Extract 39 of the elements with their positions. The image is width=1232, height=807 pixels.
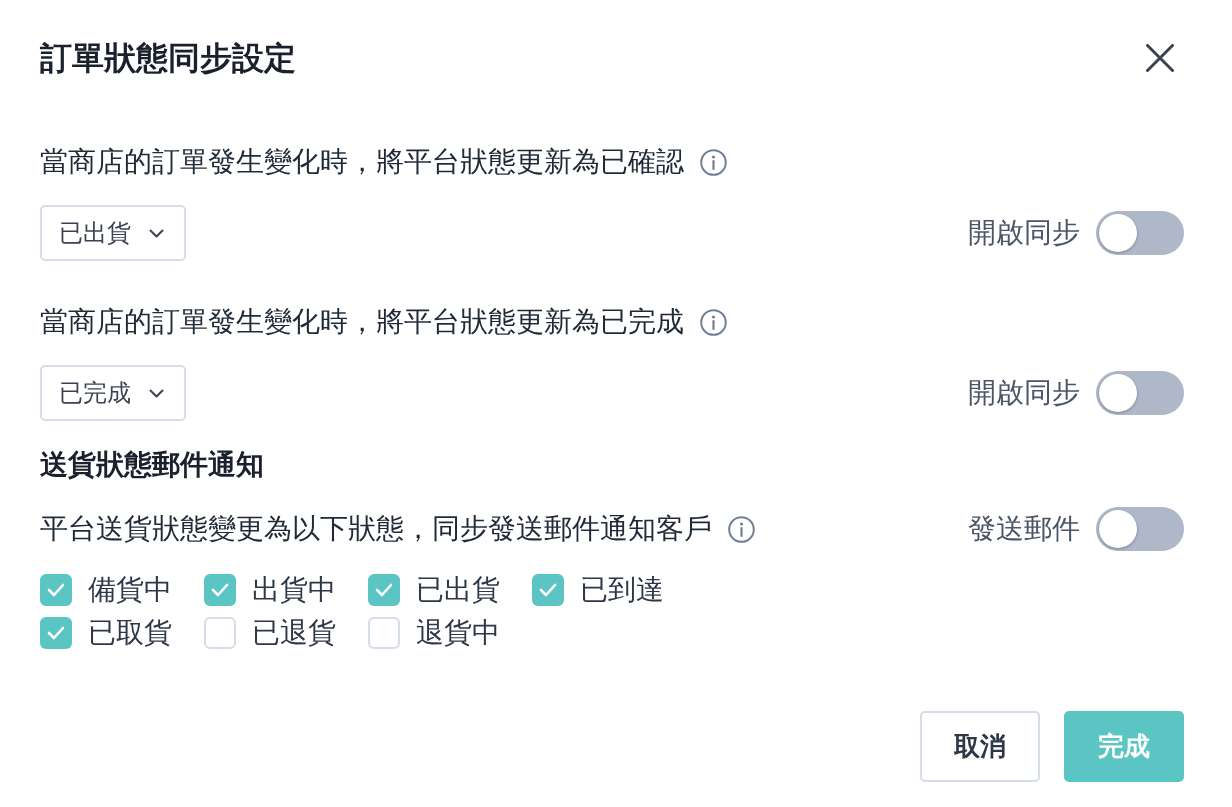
section-heading: 送貨狀態郵件通知 (40, 448, 264, 482)
checkbox[interactable] (204, 574, 236, 606)
chevron-down-icon (149, 228, 164, 238)
dialog-title: 訂單狀態同步設定 (40, 39, 296, 78)
status-dropdown[interactable]: 已出貨 (40, 205, 186, 261)
status-dropdown[interactable]: 已完成 (40, 365, 186, 421)
checkbox-label: 出貨中 (252, 573, 336, 607)
setting-label: 平台送貨狀態變更為以下狀態，同步發送郵件通知客戶 (40, 512, 712, 546)
checkbox-label: 已退貨 (252, 616, 336, 650)
setting-label: 當商店的訂單發生變化時，將平台狀態更新為已完成 (40, 305, 684, 339)
checkmark-icon (47, 583, 65, 597)
toggle-switch[interactable] (1096, 371, 1184, 415)
info-icon[interactable] (728, 515, 755, 543)
checkbox-label: 已出貨 (416, 573, 500, 607)
checkbox[interactable] (532, 574, 564, 606)
close-icon[interactable] (1146, 44, 1174, 72)
info-icon[interactable] (700, 148, 727, 176)
checkbox-label: 退貨中 (416, 616, 500, 650)
checkmark-icon (375, 583, 393, 597)
toggle-label: 開啟同步 (968, 376, 1080, 410)
checkbox[interactable] (40, 574, 72, 606)
checkbox-label: 已取貨 (88, 616, 172, 650)
checkbox-label: 已到達 (580, 573, 664, 607)
checkbox[interactable] (204, 617, 236, 649)
setting-label: 當商店的訂單發生變化時，將平台狀態更新為已確認 (40, 145, 684, 179)
checkbox[interactable] (368, 574, 400, 606)
chevron-down-icon (149, 388, 164, 398)
checkmark-icon (539, 583, 557, 597)
checkbox[interactable] (40, 617, 72, 649)
cancel-button[interactable]: 取消 (920, 711, 1040, 782)
toggle-label: 開啟同步 (968, 216, 1080, 250)
checkbox-label: 備貨中 (88, 573, 172, 607)
toggle-switch[interactable] (1096, 507, 1184, 551)
toggle-switch[interactable] (1096, 211, 1184, 255)
info-icon[interactable] (700, 308, 727, 336)
checkmark-icon (211, 583, 229, 597)
toggle-label: 發送郵件 (968, 512, 1080, 546)
checkmark-icon (47, 626, 65, 640)
checkbox[interactable] (368, 617, 400, 649)
